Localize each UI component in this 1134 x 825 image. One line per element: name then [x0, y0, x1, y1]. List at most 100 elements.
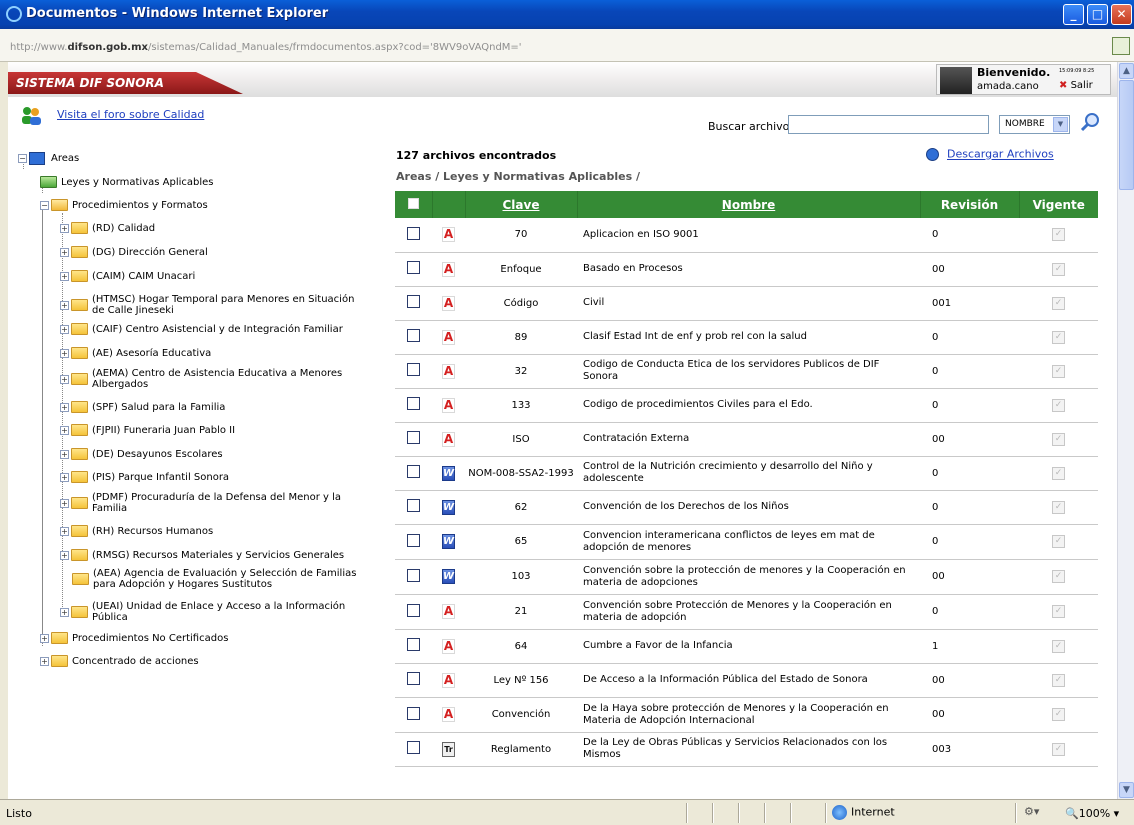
- expand-icon[interactable]: +: [60, 300, 69, 310]
- row-checkbox-cell[interactable]: [395, 697, 432, 733]
- expand-icon[interactable]: +: [60, 607, 69, 617]
- row-checkbox-cell[interactable]: [395, 286, 432, 321]
- scroll-up-icon[interactable]: ▲: [1119, 63, 1134, 79]
- pdf-file-icon[interactable]: A: [442, 261, 455, 277]
- table-row[interactable]: A Enfoque Basado en Procesos 00 ✓: [395, 252, 1098, 287]
- file-type-cell[interactable]: A: [432, 354, 465, 389]
- expand-icon[interactable]: +: [60, 498, 69, 508]
- row-checkbox[interactable]: [407, 363, 420, 376]
- expand-icon[interactable]: +: [60, 223, 69, 233]
- tree-node-leyes[interactable]: Leyes y Normativas Aplicables: [40, 176, 214, 188]
- pdf-file-icon[interactable]: A: [442, 363, 455, 379]
- table-row[interactable]: A Ley Nº 156 De Acceso a la Información Pú…: [395, 663, 1098, 698]
- file-type-cell[interactable]: A: [432, 422, 465, 457]
- tree-node-child[interactable]: + (AEMA) Centro de Asistencia Educativa a…: [60, 368, 342, 390]
- table-row[interactable]: A 64 Cumbre a Favor de la Infancia 1 ✓: [395, 629, 1098, 664]
- row-checkbox-cell[interactable]: [395, 388, 432, 423]
- expand-icon[interactable]: +: [60, 550, 69, 560]
- row-checkbox[interactable]: [407, 672, 420, 685]
- tree-node-child[interactable]: (AEA) Agencia de Evaluación y Selección …: [72, 568, 356, 590]
- collapse-icon[interactable]: −: [40, 200, 49, 210]
- search-icon[interactable]: [1079, 111, 1101, 133]
- file-type-cell[interactable]: A: [432, 252, 465, 287]
- tree-node-child[interactable]: + (RH) Recursos Humanos: [60, 525, 213, 537]
- close-button[interactable]: ✕: [1111, 4, 1132, 25]
- table-row[interactable]: W 65 Convencion interamericana conflictos …: [395, 524, 1098, 560]
- word-file-icon[interactable]: W: [442, 569, 455, 584]
- row-checkbox[interactable]: [407, 295, 420, 308]
- pdf-file-icon[interactable]: A: [442, 672, 455, 688]
- tree-node-child[interactable]: + (UEAI) Unidad de Enlace y Acceso a la I…: [60, 601, 345, 623]
- file-type-cell[interactable]: A: [432, 320, 465, 355]
- tree-node-child[interactable]: + (PIS) Parque Infantil Sonora: [60, 471, 229, 483]
- tree-node-areas[interactable]: − Areas: [18, 152, 79, 165]
- table-row[interactable]: A 21 Convención sobre Protección de Menore…: [395, 594, 1098, 630]
- maximize-button[interactable]: □: [1087, 4, 1108, 25]
- pdf-file-icon[interactable]: A: [442, 397, 455, 413]
- row-checkbox[interactable]: [407, 397, 420, 410]
- expand-icon[interactable]: +: [60, 348, 69, 358]
- pdf-file-icon[interactable]: A: [442, 227, 455, 243]
- table-row[interactable]: W NOM-008-SSA2-1993 Control de la Nutrició…: [395, 456, 1098, 491]
- tree-node-child[interactable]: + (CAIM) CAIM Unacari: [60, 270, 195, 282]
- row-checkbox[interactable]: [407, 261, 420, 274]
- row-checkbox-cell[interactable]: [395, 218, 432, 253]
- expand-icon[interactable]: +: [60, 271, 69, 281]
- table-row[interactable]: A 133 Codigo de procedimientos Civiles par…: [395, 388, 1098, 423]
- pdf-file-icon[interactable]: A: [442, 431, 455, 447]
- expand-icon[interactable]: +: [60, 449, 69, 459]
- row-checkbox[interactable]: [407, 741, 420, 754]
- file-type-cell[interactable]: A: [432, 594, 465, 630]
- file-type-cell[interactable]: A: [432, 218, 465, 253]
- table-row[interactable]: A ISO Contratación Externa 00 ✓: [395, 422, 1098, 457]
- row-checkbox-cell[interactable]: [395, 456, 432, 491]
- expand-icon[interactable]: +: [60, 526, 69, 536]
- tree-node-procedimientos[interactable]: − Procedimientos y Formatos: [40, 199, 208, 211]
- pdf-file-icon[interactable]: A: [442, 329, 455, 345]
- expand-icon[interactable]: +: [60, 247, 69, 257]
- table-row[interactable]: A 70 Aplicacion en ISO 9001 0 ✓: [395, 218, 1098, 253]
- search-filter-select[interactable]: NOMBRE ▼: [999, 115, 1070, 134]
- row-checkbox-cell[interactable]: [395, 559, 432, 595]
- pdf-file-icon[interactable]: A: [442, 604, 455, 619]
- tree-node-child[interactable]: + (AE) Asesoría Educativa: [60, 347, 211, 359]
- table-row[interactable]: A 32 Codigo de Conducta Etica de los servi…: [395, 354, 1098, 389]
- file-type-cell[interactable]: W: [432, 456, 465, 491]
- table-row[interactable]: Tr Reglamento De la Ley de Obras Públicas …: [395, 732, 1098, 767]
- table-row[interactable]: A Código Civil 001 ✓: [395, 286, 1098, 321]
- pdf-file-icon[interactable]: A: [442, 295, 455, 311]
- file-type-cell[interactable]: W: [432, 559, 465, 595]
- image-file-icon[interactable]: Tr: [442, 741, 455, 757]
- table-row[interactable]: W 62 Convención de los Derechos de los Niñ…: [395, 490, 1098, 525]
- pdf-file-icon[interactable]: A: [442, 638, 455, 654]
- file-type-cell[interactable]: W: [432, 490, 465, 525]
- row-checkbox-cell[interactable]: [395, 354, 432, 389]
- row-checkbox[interactable]: [407, 329, 420, 342]
- row-checkbox[interactable]: [407, 603, 420, 617]
- protected-mode-icon[interactable]: ⚙▾: [1024, 805, 1039, 818]
- scrollbar-thumb[interactable]: [1119, 80, 1134, 190]
- tree-node-child[interactable]: + (DG) Dirección General: [60, 246, 208, 258]
- go-icon[interactable]: [1112, 37, 1130, 55]
- tree-node-child[interactable]: + (SPF) Salud para la Familia: [60, 401, 225, 413]
- row-checkbox-cell[interactable]: [395, 732, 432, 767]
- file-type-cell[interactable]: Tr: [432, 732, 465, 767]
- tree-node-child[interactable]: + (CAIF) Centro Asistencial y de Integrac…: [60, 323, 343, 335]
- download-link[interactable]: Descargar Archivos: [947, 148, 1054, 161]
- row-checkbox-cell[interactable]: [395, 629, 432, 664]
- download-files[interactable]: Descargar Archivos: [926, 147, 1054, 161]
- expand-icon[interactable]: +: [60, 324, 69, 334]
- word-file-icon[interactable]: W: [442, 534, 455, 549]
- pdf-file-icon[interactable]: A: [442, 707, 455, 722]
- chevron-down-icon[interactable]: ▼: [1053, 117, 1068, 132]
- tree-node-child[interactable]: + (FJPII) Funeraria Juan Pablo II: [60, 424, 235, 436]
- row-checkbox-cell[interactable]: [395, 594, 432, 630]
- expand-icon[interactable]: +: [40, 656, 49, 666]
- file-type-cell[interactable]: W: [432, 524, 465, 560]
- zoom-control[interactable]: 🔍100% ▾: [1065, 807, 1119, 820]
- forum-link[interactable]: Visita el foro sobre Calidad: [57, 108, 204, 121]
- table-row[interactable]: A Convención De la Haya sobre protección d…: [395, 697, 1098, 733]
- row-checkbox[interactable]: [407, 465, 420, 478]
- row-checkbox-cell[interactable]: [395, 524, 432, 560]
- clave-header[interactable]: Clave: [465, 191, 578, 218]
